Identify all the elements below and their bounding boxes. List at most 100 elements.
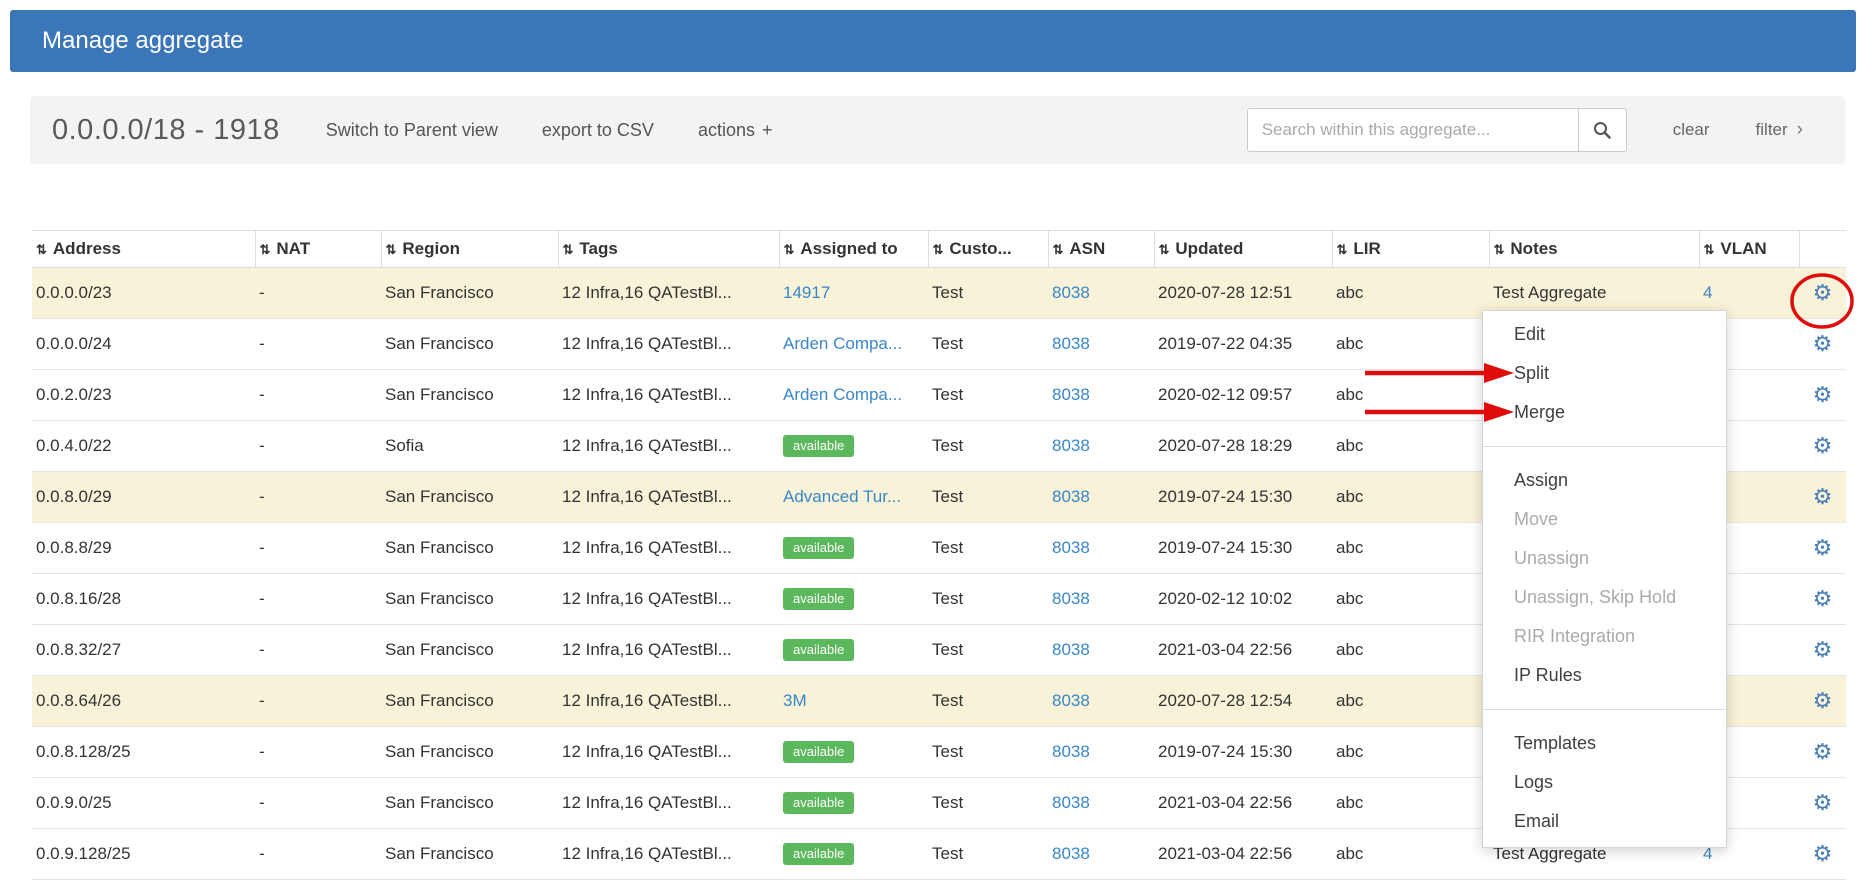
cell-row-actions: ⚙: [1799, 370, 1846, 421]
gear-icon[interactable]: ⚙: [1813, 535, 1833, 560]
aggregate-label: 0.0.0.0/18 - 1918: [52, 114, 280, 147]
gear-icon[interactable]: ⚙: [1813, 484, 1833, 509]
filter-button[interactable]: filter›: [1756, 119, 1803, 141]
context-menu-item[interactable]: Templates: [1483, 724, 1726, 763]
sort-icon: ⇅: [386, 242, 397, 257]
assigned-link[interactable]: Arden Compa...: [783, 385, 902, 404]
assigned-link[interactable]: Arden Compa...: [783, 334, 902, 353]
context-menu-item[interactable]: Edit: [1483, 315, 1726, 354]
asn-link[interactable]: 8038: [1052, 436, 1090, 455]
column-label: VLAN: [1720, 239, 1766, 258]
cell-region: Sofia: [381, 421, 558, 472]
asn-link[interactable]: 8038: [1052, 487, 1090, 506]
column-header[interactable]: ⇅Region: [381, 231, 558, 268]
column-header[interactable]: ⇅Address: [32, 231, 255, 268]
menu-divider: [1483, 446, 1726, 447]
cell-nat: -: [255, 676, 381, 727]
cell-asn: 8038: [1048, 319, 1154, 370]
plus-icon: +: [762, 120, 773, 140]
sort-icon: ⇅: [260, 242, 271, 257]
actions-menu-button[interactable]: actions+: [698, 120, 773, 141]
asn-link[interactable]: 8038: [1052, 844, 1090, 863]
context-menu-item[interactable]: Split: [1483, 354, 1726, 393]
search-button[interactable]: [1579, 108, 1627, 152]
asn-link[interactable]: 8038: [1052, 742, 1090, 761]
column-header[interactable]: ⇅Notes: [1489, 231, 1699, 268]
gear-icon[interactable]: ⚙: [1813, 331, 1833, 356]
column-header[interactable]: ⇅Updated: [1154, 231, 1332, 268]
cell-row-actions: ⚙: [1799, 574, 1846, 625]
switch-parent-view-link[interactable]: Switch to Parent view: [326, 120, 498, 141]
gear-icon[interactable]: ⚙: [1813, 382, 1833, 407]
cell-customer: Test: [928, 676, 1048, 727]
asn-link[interactable]: 8038: [1052, 334, 1090, 353]
cell-tags: 12 Infra,16 QATestBl...: [558, 727, 779, 778]
available-badge: available: [783, 537, 854, 559]
column-header-actions: [1799, 231, 1846, 268]
cell-customer: Test: [928, 523, 1048, 574]
context-menu-item: RIR Integration: [1483, 617, 1726, 656]
column-header[interactable]: ⇅Custo...: [928, 231, 1048, 268]
cell-asn: 8038: [1048, 421, 1154, 472]
cell-row-actions: ⚙: [1799, 829, 1846, 880]
cell-address: 0.0.8.32/27: [32, 625, 255, 676]
asn-link[interactable]: 8038: [1052, 283, 1090, 302]
cell-tags: 12 Infra,16 QATestBl...: [558, 829, 779, 880]
cell-lir: abc: [1332, 727, 1489, 778]
cell-assigned-to: Arden Compa...: [779, 370, 928, 421]
asn-link[interactable]: 8038: [1052, 793, 1090, 812]
column-header[interactable]: ⇅NAT: [255, 231, 381, 268]
gear-icon[interactable]: ⚙: [1813, 433, 1833, 458]
vlan-link[interactable]: 4: [1703, 283, 1712, 302]
sort-icon: ⇅: [1159, 242, 1170, 257]
asn-link[interactable]: 8038: [1052, 691, 1090, 710]
gear-icon[interactable]: ⚙: [1813, 637, 1833, 662]
context-menu-item[interactable]: IP Rules: [1483, 656, 1726, 695]
assigned-link[interactable]: 14917: [783, 283, 830, 302]
clear-button[interactable]: clear: [1673, 120, 1710, 140]
cell-customer: Test: [928, 472, 1048, 523]
cell-lir: abc: [1332, 370, 1489, 421]
available-badge: available: [783, 843, 854, 865]
asn-link[interactable]: 8038: [1052, 538, 1090, 557]
gear-icon[interactable]: ⚙: [1813, 841, 1833, 866]
context-menu-item: Move: [1483, 500, 1726, 539]
column-header[interactable]: ⇅Assigned to: [779, 231, 928, 268]
cell-nat: -: [255, 319, 381, 370]
cell-tags: 12 Infra,16 QATestBl...: [558, 421, 779, 472]
cell-row-actions: ⚙: [1799, 778, 1846, 829]
cell-asn: 8038: [1048, 676, 1154, 727]
column-header[interactable]: ⇅LIR: [1332, 231, 1489, 268]
cell-nat: -: [255, 523, 381, 574]
context-menu-item[interactable]: Merge: [1483, 393, 1726, 432]
context-menu-item[interactable]: Assign: [1483, 461, 1726, 500]
column-header[interactable]: ⇅Tags: [558, 231, 779, 268]
cell-lir: abc: [1332, 574, 1489, 625]
gear-icon[interactable]: ⚙: [1813, 586, 1833, 611]
asn-link[interactable]: 8038: [1052, 589, 1090, 608]
export-csv-link[interactable]: export to CSV: [542, 120, 654, 141]
page-title: Manage aggregate: [42, 27, 244, 55]
assigned-link[interactable]: Advanced Tur...: [783, 487, 901, 506]
asn-link[interactable]: 8038: [1052, 640, 1090, 659]
gear-icon[interactable]: ⚙: [1813, 739, 1833, 764]
context-menu-item[interactable]: Logs: [1483, 763, 1726, 802]
asn-link[interactable]: 8038: [1052, 385, 1090, 404]
column-header[interactable]: ⇅ASN: [1048, 231, 1154, 268]
cell-nat: -: [255, 727, 381, 778]
cell-updated: 2021-03-04 22:56: [1154, 625, 1332, 676]
cell-nat: -: [255, 625, 381, 676]
gear-icon[interactable]: ⚙: [1813, 280, 1833, 305]
cell-region: San Francisco: [381, 472, 558, 523]
gear-icon[interactable]: ⚙: [1813, 688, 1833, 713]
cell-assigned-to: 14917: [779, 268, 928, 319]
search-input[interactable]: [1247, 108, 1579, 152]
context-menu-item[interactable]: Email: [1483, 802, 1726, 841]
assigned-link[interactable]: 3M: [783, 691, 807, 710]
cell-row-actions: ⚙: [1799, 472, 1846, 523]
cell-nat: -: [255, 268, 381, 319]
column-header[interactable]: ⇅VLAN: [1699, 231, 1799, 268]
cell-updated: 2019-07-24 15:30: [1154, 472, 1332, 523]
gear-icon[interactable]: ⚙: [1813, 790, 1833, 815]
cell-lir: abc: [1332, 625, 1489, 676]
